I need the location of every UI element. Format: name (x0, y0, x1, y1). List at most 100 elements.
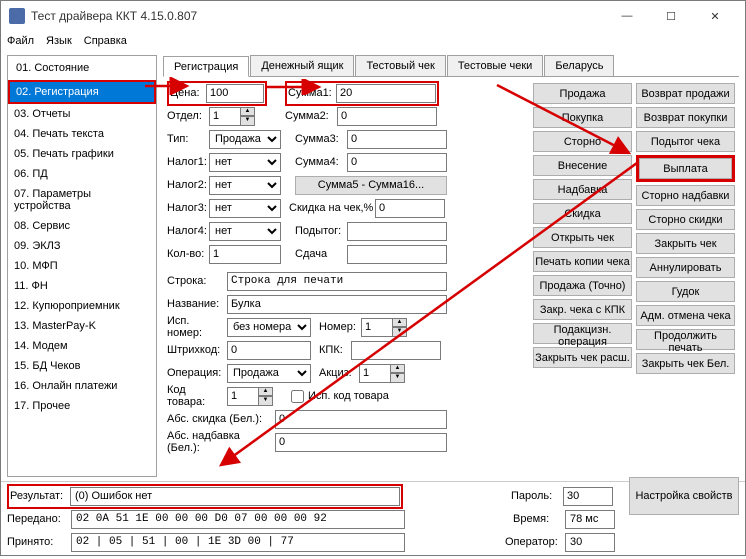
sidebar-item-modem[interactable]: 14. Модем (8, 336, 156, 356)
gcode-stepper[interactable]: ▲▼ (227, 387, 273, 406)
sidebar-item-print-graphics[interactable]: 05. Печать графики (8, 144, 156, 164)
tab-test-receipt[interactable]: Тестовый чек (355, 55, 445, 76)
sidebar-item-masterpay[interactable]: 13. MasterPay-K (8, 316, 156, 336)
pass-label: Пароль: (511, 490, 559, 502)
absdisc-input[interactable] (275, 410, 447, 429)
tax2-label: Налог2: (167, 179, 209, 191)
kpk-input[interactable] (351, 341, 441, 360)
app-icon (9, 8, 25, 24)
price-input[interactable] (206, 84, 264, 103)
type-label: Тип: (167, 133, 209, 145)
tax2-select[interactable]: нет (209, 176, 281, 195)
btn-continue-print[interactable]: Продолжить печать (636, 329, 735, 350)
btn-sale[interactable]: Продажа (533, 83, 632, 104)
btn-excise-op[interactable]: Подакцизн. операция (533, 323, 632, 344)
sidebar-item-eklz[interactable]: 09. ЭКЛЗ (8, 236, 156, 256)
sidebar-item-pd[interactable]: 06. ПД (8, 164, 156, 184)
abscharge-input[interactable] (275, 433, 447, 452)
execnum-label: Исп. номер: (167, 315, 227, 339)
close-button[interactable]: ✕ (693, 1, 737, 31)
sum4-input[interactable] (347, 153, 447, 172)
operator-value: 30 (565, 533, 615, 552)
sent-value: 02 0A 51 1E 00 00 00 D0 07 00 00 00 92 (71, 510, 405, 529)
btn-beep[interactable]: Гудок (636, 281, 735, 302)
btn-payout[interactable]: Выплата (639, 158, 732, 179)
line-label: Строка: (167, 275, 227, 287)
btn-close-receipt[interactable]: Закрыть чек (636, 233, 735, 254)
btn-open-receipt[interactable]: Открыть чек (533, 227, 632, 248)
price-label: Цена: (170, 87, 206, 99)
tax4-label: Налог4: (167, 225, 209, 237)
window-title: Тест драйвера ККТ 4.15.0.807 (31, 9, 605, 23)
sidebar-item-receipt-db[interactable]: 15. БД Чеков (8, 356, 156, 376)
btn-storno-discount[interactable]: Сторно скидки (636, 209, 735, 230)
sidebar-item-reports[interactable]: 03. Отчеты (8, 104, 156, 124)
sum1-label: Сумма1: (288, 87, 336, 99)
sidebar-item-other[interactable]: 17. Прочее (8, 396, 156, 416)
sum2-input[interactable] (337, 107, 437, 126)
subtotal-input[interactable] (347, 222, 447, 241)
btn-close-kpk[interactable]: Закр. чека с КПК (533, 299, 632, 320)
use-gcode-checkbox[interactable] (291, 390, 304, 403)
name-label: Название: (167, 298, 227, 310)
btn-admin-cancel[interactable]: Адм. отмена чека (636, 305, 735, 326)
sum4-label: Сумма4: (295, 156, 347, 168)
btn-subtotal[interactable]: Подытог чека (636, 131, 735, 152)
pass-input[interactable] (563, 487, 613, 506)
dept-stepper[interactable]: ▲▼ (209, 107, 255, 126)
minimize-button[interactable]: — (605, 1, 649, 31)
time-value: 78 мс (565, 510, 615, 529)
btn-close-ext[interactable]: Закрыть чек расш. (533, 347, 632, 368)
menu-help[interactable]: Справка (84, 35, 127, 47)
tab-cash-drawer[interactable]: Денежный ящик (250, 55, 354, 76)
line-input[interactable] (227, 272, 447, 291)
btn-print-copy[interactable]: Печать копии чека (533, 251, 632, 272)
menu-lang[interactable]: Язык (46, 35, 72, 47)
sum3-input[interactable] (347, 130, 447, 149)
settings-button[interactable]: Настройка свойств (629, 477, 739, 515)
sum5-16-button[interactable]: Сумма5 - Сумма16... (295, 176, 447, 195)
btn-deposit[interactable]: Внесение (533, 155, 632, 176)
btn-discount[interactable]: Скидка (533, 203, 632, 224)
btn-storno-surcharge[interactable]: Сторно надбавки (636, 185, 735, 206)
sidebar-item-registration[interactable]: 02. Регистрация (10, 82, 154, 102)
tax1-select[interactable]: нет (209, 153, 281, 172)
btn-buy-return[interactable]: Возврат покупки (636, 107, 735, 128)
btn-close-bel[interactable]: Закрыть чек Бел. (636, 353, 735, 374)
sidebar-item-fn[interactable]: 11. ФН (8, 276, 156, 296)
sidebar-item-bill-acceptor[interactable]: 12. Купюроприемник (8, 296, 156, 316)
btn-buy[interactable]: Покупка (533, 107, 632, 128)
subtotal-label: Подытог: (295, 225, 347, 237)
btn-cancel[interactable]: Аннулировать (636, 257, 735, 278)
qty-input[interactable] (209, 245, 281, 264)
menu-file[interactable]: Файл (7, 35, 34, 47)
btn-sale-exact[interactable]: Продажа (Точно) (533, 275, 632, 296)
barcode-input[interactable] (227, 341, 311, 360)
kpk-label: КПК: (319, 344, 351, 356)
name-input[interactable] (227, 295, 447, 314)
sidebar-item-state[interactable]: 01. Состояние (10, 58, 154, 78)
type-select[interactable]: Продажа (209, 130, 281, 149)
sum1-input[interactable] (336, 84, 436, 103)
tab-registration[interactable]: Регистрация (163, 56, 249, 77)
oper-select[interactable]: Продажа (227, 364, 311, 383)
execnum-select[interactable]: без номера (227, 318, 311, 337)
sidebar-item-service[interactable]: 08. Сервис (8, 216, 156, 236)
excise-stepper[interactable]: ▲▼ (359, 364, 405, 383)
sidebar-item-online-payments[interactable]: 16. Онлайн платежи (8, 376, 156, 396)
sidebar-item-mfp[interactable]: 10. МФП (8, 256, 156, 276)
tax3-select[interactable]: нет (209, 199, 281, 218)
btn-storno[interactable]: Сторно (533, 131, 632, 152)
btn-surcharge[interactable]: Надбавка (533, 179, 632, 200)
tax4-select[interactable]: нет (209, 222, 281, 241)
maximize-button[interactable]: ☐ (649, 1, 693, 31)
num-stepper[interactable]: ▲▼ (361, 318, 407, 337)
discount-input[interactable] (375, 199, 445, 218)
tab-test-receipts[interactable]: Тестовые чеки (447, 55, 543, 76)
sidebar-item-device-params[interactable]: 07. Параметры устройства (8, 184, 156, 216)
qty-label: Кол-во: (167, 248, 209, 260)
btn-sale-return[interactable]: Возврат продажи (636, 83, 735, 104)
tab-belarus[interactable]: Беларусь (544, 55, 614, 76)
sidebar-item-print-text[interactable]: 04. Печать текста (8, 124, 156, 144)
change-input[interactable] (347, 245, 447, 264)
